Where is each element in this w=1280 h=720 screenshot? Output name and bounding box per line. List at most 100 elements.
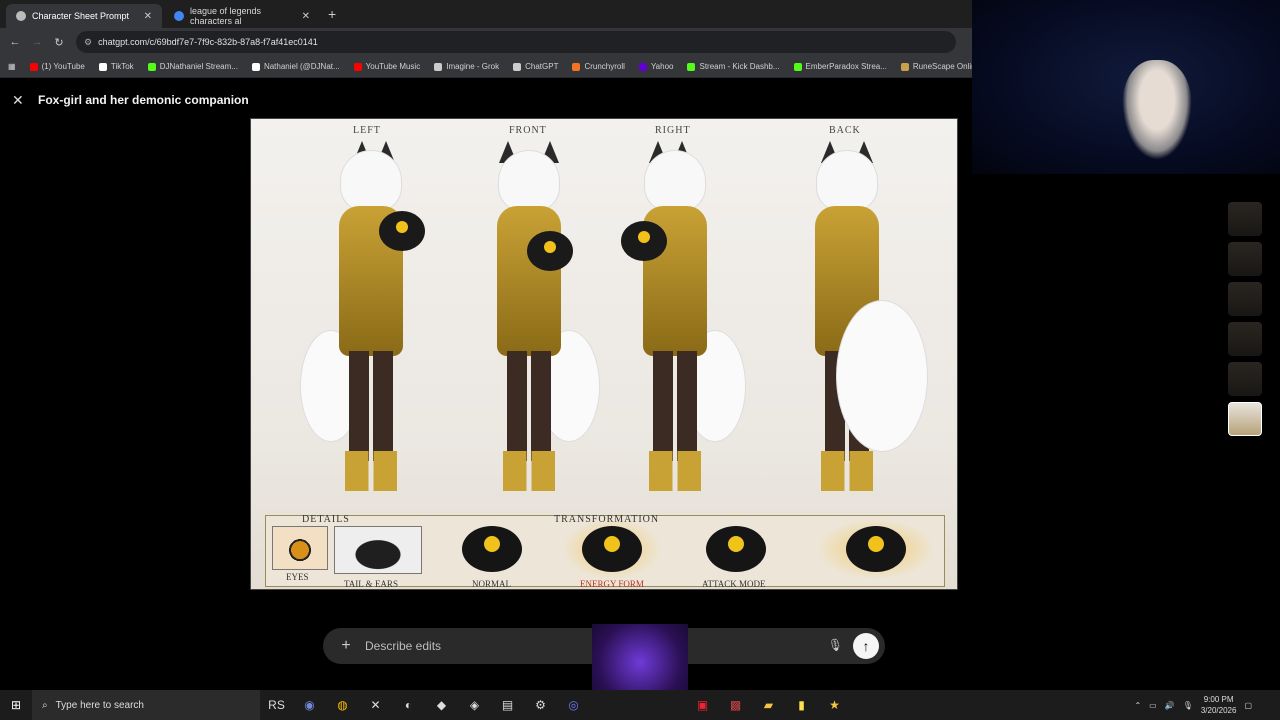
- boots: [503, 451, 555, 491]
- thumbnail[interactable]: [1228, 362, 1262, 396]
- thumbnail-selected[interactable]: [1228, 402, 1262, 436]
- bookmark-label: Imagine - Grok: [446, 62, 500, 71]
- fox-tail: [837, 301, 927, 451]
- outfit: [497, 206, 561, 356]
- hair: [499, 151, 559, 211]
- bookmark-grok[interactable]: Imagine - Grok: [434, 62, 499, 71]
- discord-taskbar-icon[interactable]: ◉: [293, 690, 326, 720]
- demon-companion: [621, 221, 667, 261]
- app-taskbar-icon[interactable]: ◐: [392, 690, 425, 720]
- close-icon[interactable]: ✕: [12, 92, 24, 109]
- app-taskbar-icon[interactable]: ◆: [425, 690, 458, 720]
- chatgpt-icon: [16, 11, 26, 21]
- address-bar-row: ← → ↻ ⚙ chatgpt.com/c/69bdf7e7-7f9c-832b…: [0, 28, 972, 56]
- tab-league-of-legends[interactable]: league of legends characters al ✕: [164, 4, 320, 28]
- apps-icon[interactable]: ▦: [8, 62, 16, 71]
- youtube-music-icon: [353, 62, 362, 71]
- taskbar-search[interactable]: ⌕ Type here to search: [32, 690, 260, 720]
- page-title: Fox-girl and her demonic companion: [38, 93, 249, 107]
- app-taskbar-icon[interactable]: ★: [818, 690, 851, 720]
- bookmark-crunchyroll[interactable]: Crunchyroll: [572, 62, 625, 71]
- app-taskbar-icon[interactable]: ◎: [557, 690, 590, 720]
- send-button[interactable]: ↑: [853, 633, 879, 659]
- hair: [341, 151, 401, 211]
- legs: [653, 351, 697, 461]
- chrome-taskbar-icon[interactable]: ◍: [326, 690, 359, 720]
- notifications-icon[interactable]: ▢: [1244, 701, 1252, 710]
- thumbnail[interactable]: [1228, 322, 1262, 356]
- app-taskbar-icon[interactable]: ▩: [719, 690, 752, 720]
- demon-eye: [728, 536, 744, 552]
- bookmark-youtube-music[interactable]: YouTube Music: [353, 62, 420, 71]
- demon-companion: [527, 231, 573, 271]
- clock-time: 9:00 PM: [1203, 695, 1234, 704]
- reload-icon[interactable]: ↻: [48, 36, 70, 49]
- thumbnail[interactable]: [1228, 202, 1262, 236]
- url-field[interactable]: ⚙ chatgpt.com/c/69bdf7e7-7f9c-832b-87a8-…: [76, 31, 956, 53]
- kick-icon: [793, 62, 802, 71]
- figure-front-view: [469, 141, 599, 501]
- character-sheet-image[interactable]: LEFT FRONT RIGHT BACK DETAILS EYES TAIL …: [250, 118, 958, 590]
- bookmark-yahoo[interactable]: Yahoo: [638, 62, 674, 71]
- clock[interactable]: 9:00 PM 3/20/2026: [1201, 694, 1237, 716]
- site-info-icon[interactable]: ⚙: [84, 37, 92, 48]
- bookmark-tiktok[interactable]: TikTok: [98, 62, 134, 71]
- chatgpt-icon: [513, 62, 522, 71]
- bookmark-kick-dashboard[interactable]: Stream - Kick Dashb...: [687, 62, 780, 71]
- tab-character-sheet-prompt[interactable]: Character Sheet Prompt ✕: [6, 4, 162, 28]
- describe-edits-input[interactable]: [365, 639, 605, 653]
- network-icon[interactable]: ▭: [1149, 701, 1157, 710]
- x-taskbar-icon[interactable]: ✕: [359, 690, 392, 720]
- bookmark-kick-djnathaniel[interactable]: DJNathaniel Stream...: [147, 62, 238, 71]
- form-final: [816, 518, 936, 580]
- tail-ears-label: TAIL & EARS: [344, 579, 398, 589]
- settings-taskbar-icon[interactable]: ⚙: [524, 690, 557, 720]
- volume-icon[interactable]: 🔊: [1165, 701, 1175, 710]
- thumbnail[interactable]: [1228, 282, 1262, 316]
- microphone-icon[interactable]: 🎙: [828, 638, 843, 652]
- sticky-notes-taskbar-icon[interactable]: ▮: [785, 690, 818, 720]
- hair: [817, 151, 877, 211]
- crunchyroll-icon: [572, 62, 581, 71]
- start-button[interactable]: ⊞: [0, 698, 32, 712]
- bookmark-chatgpt[interactable]: ChatGPT: [513, 62, 558, 71]
- eyes-label: EYES: [286, 572, 309, 582]
- close-tab-icon[interactable]: ✕: [144, 11, 152, 22]
- chevron-up-icon[interactable]: ⌃: [1134, 701, 1141, 710]
- forward-icon[interactable]: →: [26, 36, 48, 48]
- bookmark-label: Yahoo: [650, 62, 674, 71]
- search-icon: ⌕: [42, 699, 48, 711]
- file-explorer-taskbar-icon[interactable]: ▰: [752, 690, 785, 720]
- add-attachment-button[interactable]: +: [333, 637, 359, 655]
- close-tab-icon[interactable]: ✕: [302, 11, 310, 22]
- view-label-front: FRONT: [509, 125, 547, 136]
- webcam-overlay: [972, 0, 1280, 174]
- form-energy: [562, 518, 662, 580]
- bookmark-runescape[interactable]: RuneScape Online: [900, 62, 972, 71]
- view-label-right: RIGHT: [655, 125, 691, 136]
- form-attack: [686, 518, 786, 580]
- app-taskbar-icon[interactable]: ◈: [458, 690, 491, 720]
- youtube-icon: [29, 62, 38, 71]
- demon-companion: [379, 211, 425, 251]
- new-tab-button[interactable]: +: [328, 6, 336, 22]
- bookmark-label: Crunchyroll: [584, 62, 625, 71]
- bookmark-emberparadox[interactable]: EmberParadox Strea...: [793, 62, 887, 71]
- grok-icon: [434, 62, 443, 71]
- mic-tray-icon[interactable]: 🎙: [1183, 701, 1193, 710]
- thumbnail[interactable]: [1228, 242, 1262, 276]
- app-taskbar-icon[interactable]: ▤: [491, 690, 524, 720]
- legs: [349, 351, 393, 461]
- bookmark-youtube[interactable]: (1) YouTube: [29, 62, 85, 71]
- back-icon[interactable]: ←: [4, 36, 26, 48]
- demon-eye: [604, 536, 620, 552]
- boots: [345, 451, 397, 491]
- bookmark-label: Stream - Kick Dashb...: [699, 62, 780, 71]
- bookmark-label: RuneScape Online: [912, 62, 972, 71]
- bookmark-x-nathaniel[interactable]: Nathaniel (@DJNat...: [251, 62, 340, 71]
- bookmark-label: DJNathaniel Stream...: [159, 62, 238, 71]
- runescape-taskbar-icon[interactable]: RS: [260, 690, 293, 720]
- google-icon: [174, 11, 184, 21]
- app-taskbar-icon[interactable]: ▣: [686, 690, 719, 720]
- hair: [645, 151, 705, 211]
